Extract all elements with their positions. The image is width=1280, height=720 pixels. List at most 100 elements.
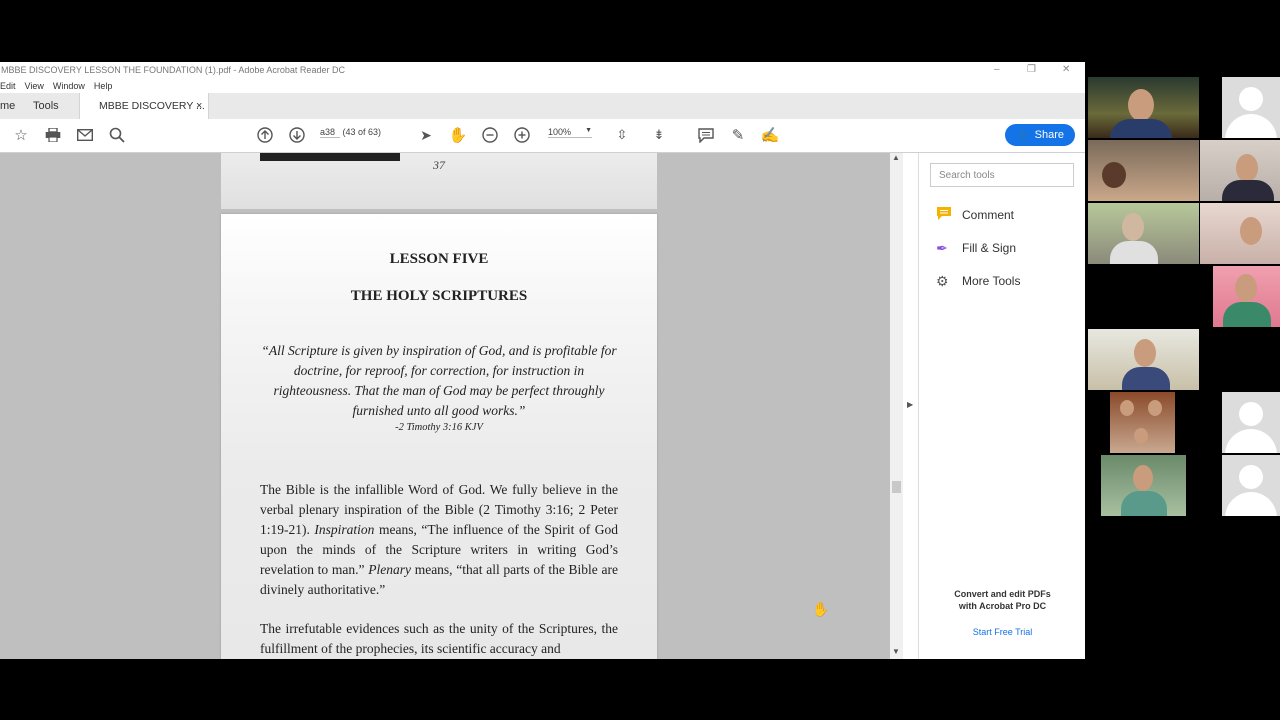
tool-more-tools-label: More Tools [962, 274, 1021, 288]
term-plenary: Plenary [368, 562, 411, 577]
lesson-title: LESSON FIVE [389, 251, 489, 267]
restore-button[interactable]: ❐ [1027, 64, 1036, 75]
minimize-button[interactable]: – [994, 64, 1000, 75]
page-count: (43 of 63) [342, 127, 382, 137]
scripture-quote: “All Scripture is given by inspiration o… [261, 343, 617, 418]
scripture-reference: -2 Timothy 3:16 KJV [395, 422, 483, 433]
search-tools-placeholder: Search tools [939, 170, 995, 181]
scroll-down-icon[interactable]: ▼ [892, 647, 900, 656]
collapse-pane-icon[interactable]: ▶ [907, 400, 913, 409]
wrench-icon: ⚙ [936, 272, 949, 289]
avatar-placeholder[interactable] [1222, 392, 1280, 453]
scroll-up-icon[interactable]: ▲ [892, 153, 900, 162]
zoom-select[interactable]: 100% ▼ [548, 127, 592, 138]
share-button[interactable]: 👤 Share [1005, 124, 1075, 146]
participant-video[interactable] [1213, 266, 1280, 327]
menu-bar: Edit View Window Help [0, 79, 1085, 93]
hand-tool-icon[interactable]: ✋ [447, 124, 469, 146]
participant-shirt [1110, 241, 1158, 264]
tab-tools[interactable]: Tools [33, 100, 59, 112]
participant-video[interactable] [1088, 329, 1199, 390]
highlight-pen-icon[interactable]: ✎ [727, 124, 749, 146]
lesson-subtitle: THE HOLY SCRIPTURES [350, 288, 528, 304]
tool-fill-sign-label: Fill & Sign [962, 241, 1017, 255]
hand-cursor-icon: ✋ [812, 601, 830, 617]
participant-shirt [1223, 302, 1271, 327]
start-free-trial-link[interactable]: Start Free Trial [919, 627, 1085, 637]
participant-face [1128, 89, 1154, 121]
tool-comment[interactable]: Comment [936, 205, 1014, 225]
participant-video[interactable] [1088, 77, 1199, 138]
comment-icon[interactable] [695, 124, 717, 146]
fit-page-icon[interactable]: ⇳ [611, 124, 633, 146]
participant-video[interactable] [1200, 203, 1280, 264]
page-bar-graphic [260, 153, 400, 161]
window-title: MBBE DISCOVERY LESSON THE FOUNDATION (1)… [1, 65, 345, 75]
video-gallery [1085, 76, 1280, 520]
promo-text: Convert and edit PDFs with Acrobat Pro D… [919, 588, 1085, 612]
tab-close-icon[interactable]: × [196, 100, 202, 112]
participant-face [1102, 162, 1126, 188]
search-tools-input[interactable]: Search tools [930, 163, 1074, 187]
comment-tool-icon [936, 206, 956, 224]
zoom-in-icon[interactable] [511, 124, 533, 146]
promo-line-2: with Acrobat Pro DC [958, 601, 1047, 611]
scroll-thumb[interactable] [892, 481, 901, 493]
participant-face [1236, 154, 1258, 182]
participant-face [1133, 465, 1153, 491]
participant-face [1235, 274, 1257, 302]
page-number-label: 37 [433, 158, 445, 172]
menu-help[interactable]: Help [94, 81, 113, 91]
participant-shirt [1122, 367, 1170, 390]
menu-view[interactable]: View [25, 81, 44, 91]
participant-face [1122, 213, 1144, 241]
participant-face [1148, 400, 1162, 416]
page-number-field[interactable]: a38 (43 of 63) [320, 127, 381, 138]
scroll-mode-icon[interactable]: ⇟ [648, 124, 670, 146]
document-viewport[interactable]: 37 LESSON FIVE THE HOLY SCRIPTURES “All … [0, 153, 890, 659]
tool-fill-sign[interactable]: ✒ Fill & Sign [936, 238, 1016, 258]
title-bar: MBBE DISCOVERY LESSON THE FOUNDATION (1)… [0, 62, 1085, 79]
tools-pane: Search tools Comment ✒ Fill & Sign ⚙ Mor… [918, 153, 1085, 659]
pane-toggle[interactable]: ▶ [903, 153, 918, 659]
acrobat-window: MBBE DISCOVERY LESSON THE FOUNDATION (1)… [0, 62, 1085, 659]
avatar-placeholder[interactable] [1222, 455, 1280, 516]
close-window-button[interactable]: ✕ [1062, 64, 1070, 75]
participant-face [1134, 428, 1148, 444]
zoom-out-icon[interactable] [479, 124, 501, 146]
tool-comment-label: Comment [962, 208, 1015, 222]
print-icon[interactable] [42, 124, 64, 146]
participant-video[interactable] [1101, 455, 1186, 516]
share-label: Share [1034, 129, 1065, 141]
previous-page-icon[interactable] [254, 124, 276, 146]
participant-face [1240, 217, 1262, 245]
sign-icon[interactable]: ✍ [759, 124, 781, 146]
vertical-scrollbar[interactable]: ▲ ▼ [890, 153, 903, 659]
zoom-value: 100% [548, 127, 572, 137]
chevron-down-icon: ▼ [585, 127, 592, 134]
participant-shirt [1121, 491, 1167, 516]
next-page-icon[interactable] [286, 124, 308, 146]
participant-face [1134, 339, 1156, 367]
menu-window[interactable]: Window [53, 81, 85, 91]
avatar-placeholder[interactable] [1222, 77, 1280, 138]
participant-video[interactable] [1110, 392, 1175, 453]
page-input[interactable]: a38 [320, 127, 340, 138]
menu-edit[interactable]: Edit [0, 81, 16, 91]
tab-bar: me Tools MBBE DISCOVERY ... × [0, 93, 1085, 120]
tab-home[interactable]: me [0, 100, 15, 112]
fill-sign-icon: ✒ [936, 239, 948, 256]
participant-video[interactable] [1088, 140, 1199, 201]
participant-video[interactable] [1088, 203, 1199, 264]
tab-document[interactable]: MBBE DISCOVERY ... × [79, 93, 209, 119]
email-icon[interactable] [74, 124, 96, 146]
search-icon[interactable] [106, 124, 128, 146]
paragraph-1: The Bible is the infallible Word of God.… [260, 480, 618, 600]
select-cursor-icon[interactable]: ➤ [415, 124, 437, 146]
promo-line-1: Convert and edit PDFs [954, 589, 1051, 599]
participant-video[interactable] [1200, 140, 1280, 201]
tool-more-tools[interactable]: ⚙ More Tools [936, 271, 1020, 291]
term-inspiration: Inspiration [314, 522, 375, 537]
star-icon[interactable]: ☆ [10, 124, 32, 146]
tab-document-label: MBBE DISCOVERY ... [99, 100, 205, 112]
